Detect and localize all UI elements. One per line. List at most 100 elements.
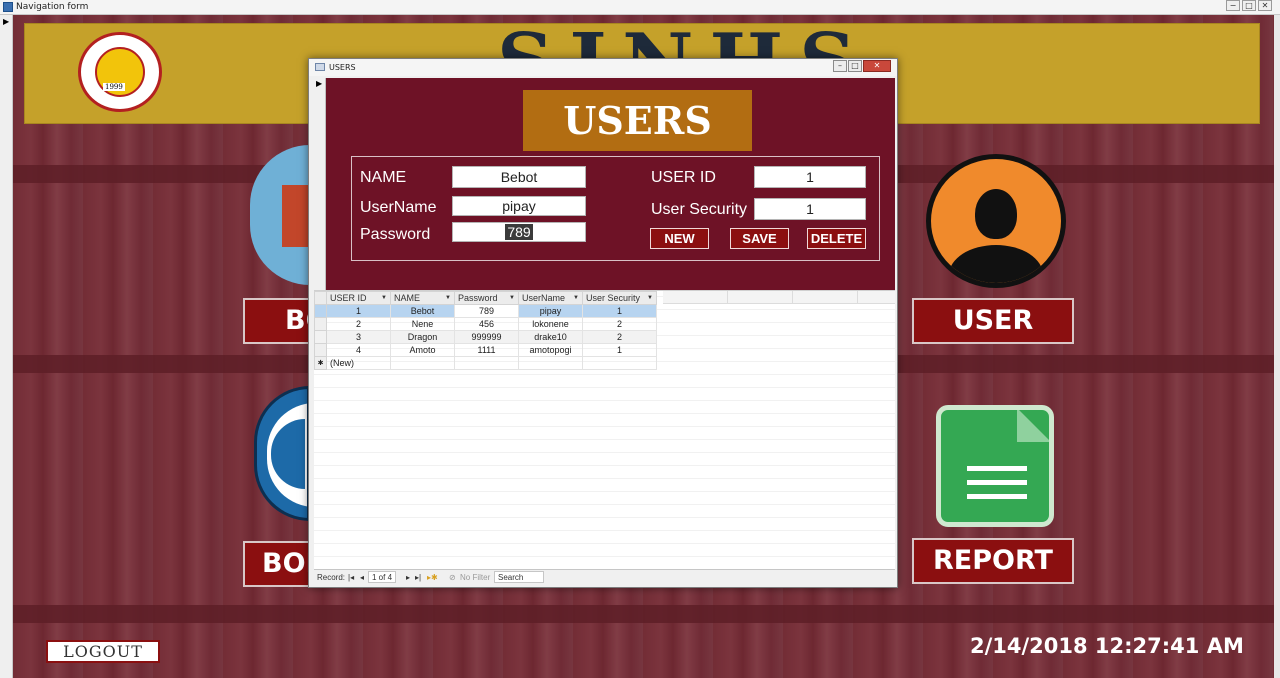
table-cell[interactable] [454, 356, 519, 370]
table-cell[interactable]: 1 [326, 304, 391, 318]
table-cell[interactable]: lokonene [518, 317, 583, 331]
table-row[interactable]: 3 Dragon 999999 drake10 2 [314, 330, 657, 344]
column-header[interactable]: User Security ▼ [582, 291, 657, 305]
window-controls: − □ ✕ [1226, 0, 1272, 13]
table-cell[interactable]: Nene [390, 317, 455, 331]
book-spine [282, 185, 310, 247]
chevron-down-icon[interactable]: ▼ [573, 295, 579, 301]
prev-record-button[interactable]: ◂ [360, 573, 364, 582]
new-row-label[interactable]: (New) [326, 356, 391, 370]
dialog-close-button[interactable]: ✕ [863, 60, 891, 72]
chevron-down-icon[interactable]: ▼ [381, 295, 387, 301]
clock-display: 2/14/2018 12:27:41 AM [970, 634, 1244, 658]
usersecurity-field[interactable]: 1 [754, 198, 866, 220]
new-record-button[interactable]: ▸✱ [427, 573, 438, 582]
scrollbar[interactable] [1274, 15, 1280, 678]
row-selector[interactable] [314, 330, 327, 344]
userid-label: USER ID [651, 169, 716, 186]
select-all-cell[interactable] [314, 291, 327, 305]
avatar-body [949, 245, 1043, 283]
last-record-button[interactable]: ▸| [415, 573, 421, 582]
column-header[interactable]: UserName ▼ [518, 291, 583, 305]
table-cell[interactable] [518, 356, 583, 370]
close-button[interactable]: ✕ [1258, 0, 1272, 11]
table-cell[interactable]: 789 [454, 304, 519, 318]
users-table: USER ID ▼ NAME ▼ Password ▼ UserName ▼ User … [314, 291, 657, 370]
userid-field[interactable]: 1 [754, 166, 866, 188]
user-avatar-icon[interactable] [926, 154, 1066, 288]
table-cell[interactable] [582, 356, 657, 370]
new-button[interactable]: NEW [650, 228, 709, 249]
row-selector[interactable] [314, 343, 327, 357]
table-cell[interactable]: Amoto [390, 343, 455, 357]
column-header[interactable]: NAME ▼ [390, 291, 455, 305]
delete-button[interactable]: DELETE [807, 228, 866, 249]
table-cell[interactable]: 4 [326, 343, 391, 357]
table-cell[interactable]: Bebot [390, 304, 455, 318]
avatar-head [975, 189, 1017, 239]
usersecurity-label: User Security [651, 201, 748, 218]
filter-status[interactable]: No Filter [460, 573, 490, 582]
sheet-line [971, 480, 1027, 485]
window-title: Navigation form [16, 2, 89, 12]
logo-year: 1999 [103, 83, 125, 91]
password-label: Password [360, 226, 431, 243]
empty-column-headers [663, 291, 895, 304]
table-row[interactable]: 1 Bebot 789 pipay 1 [314, 304, 657, 318]
table-cell[interactable]: Dragon [390, 330, 455, 344]
table-cell[interactable]: 2 [582, 317, 657, 331]
dialog-titlebar[interactable]: USERS – □ ✕ [309, 59, 897, 76]
name-field[interactable]: Bebot [452, 166, 586, 188]
row-selector[interactable] [314, 317, 327, 331]
chevron-down-icon[interactable]: ▼ [647, 295, 653, 301]
username-field[interactable]: pipay [452, 196, 586, 216]
save-button[interactable]: SAVE [730, 228, 789, 249]
table-row[interactable]: 4 Amoto 1111 amotopogi 1 [314, 343, 657, 357]
first-record-button[interactable]: |◂ [348, 573, 354, 582]
minimize-button[interactable]: − [1226, 0, 1240, 11]
school-logo-icon: 1999 [78, 32, 162, 112]
user-button[interactable]: USER [912, 298, 1074, 344]
table-cell[interactable]: 1111 [454, 343, 519, 357]
column-title: Password [458, 293, 498, 303]
next-record-button[interactable]: ▸ [406, 573, 410, 582]
maximize-button[interactable]: □ [1242, 0, 1256, 11]
table-row[interactable]: 2 Nene 456 lokonene 2 [314, 317, 657, 331]
table-cell[interactable]: 2 [582, 330, 657, 344]
logout-button[interactable]: LOGOUT [46, 640, 160, 663]
dialog-maximize-button[interactable]: □ [848, 60, 862, 72]
record-navigator: Record: |◂ ◂ 1 of 4 ▸ ▸| ▸✱ ⊘ No Filter … [314, 569, 895, 584]
dialog-title: USERS [329, 63, 356, 72]
search-input[interactable]: Search [494, 571, 544, 583]
report-sheet-icon[interactable] [936, 405, 1054, 527]
chevron-down-icon[interactable]: ▼ [445, 295, 451, 301]
table-cell[interactable] [390, 356, 455, 370]
sheet-fold [1017, 410, 1049, 442]
table-cell[interactable]: 3 [326, 330, 391, 344]
record-selector-strip: ▶ [0, 15, 13, 678]
record-pointer-icon: ▶ [3, 17, 10, 26]
table-cell[interactable]: pipay [518, 304, 583, 318]
column-header[interactable]: Password ▼ [454, 291, 519, 305]
table-cell[interactable]: 1 [582, 343, 657, 357]
table-cell[interactable]: 1 [582, 304, 657, 318]
new-record-row[interactable]: ✱ (New) [314, 356, 657, 370]
column-header[interactable]: USER ID ▼ [326, 291, 391, 305]
password-field[interactable]: 789 [452, 222, 586, 242]
chevron-down-icon[interactable]: ▼ [509, 295, 515, 301]
table-cell[interactable]: 2 [326, 317, 391, 331]
dialog-minimize-button[interactable]: – [833, 60, 847, 72]
report-button[interactable]: REPORT [912, 538, 1074, 584]
column-title: NAME [394, 293, 421, 303]
form-record-selector[interactable]: ▶ [314, 78, 326, 290]
table-cell[interactable]: drake10 [518, 330, 583, 344]
table-cell[interactable]: amotopogi [518, 343, 583, 357]
access-app-icon [3, 2, 13, 12]
users-dialog: USERS – □ ✕ ▶ USERS NAME Bebot UserName … [308, 58, 898, 588]
table-cell[interactable]: 456 [454, 317, 519, 331]
form-icon [315, 63, 325, 71]
record-position-field[interactable]: 1 of 4 [368, 571, 397, 583]
row-selector[interactable] [314, 304, 327, 318]
table-cell[interactable]: 999999 [454, 330, 519, 344]
record-pointer-icon: ▶ [316, 79, 323, 88]
